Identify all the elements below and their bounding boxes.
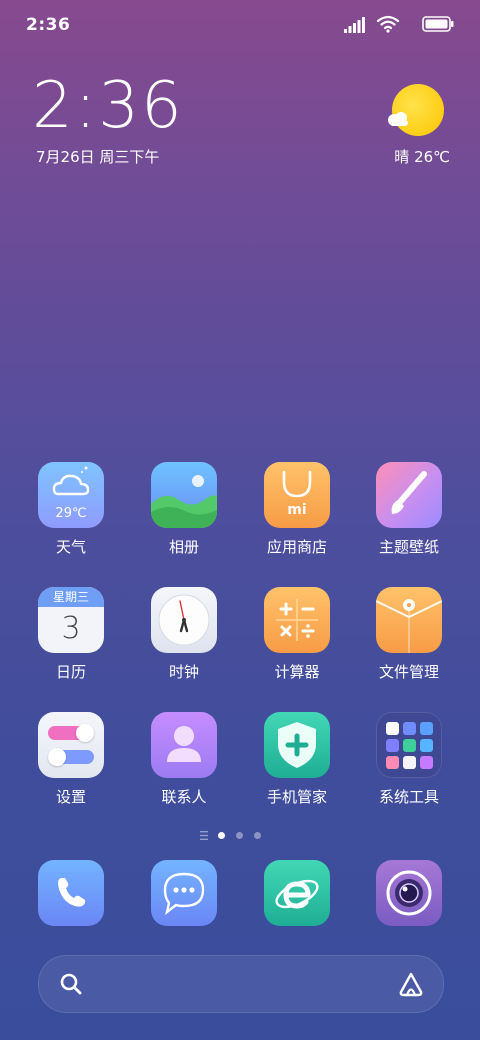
app-security[interactable]: 手机管家 <box>247 712 347 807</box>
calculator-icon <box>264 587 330 653</box>
search-bar[interactable] <box>38 955 444 1013</box>
app-label: 计算器 <box>274 663 320 681</box>
search-icon[interactable] <box>59 972 83 996</box>
app-label: 应用商店 <box>266 538 327 556</box>
dock-browser[interactable] <box>247 860 347 926</box>
app-themes[interactable]: 主题壁纸 <box>359 462 459 557</box>
app-file-manager[interactable]: 文件管理 <box>359 587 459 682</box>
app-contacts[interactable]: 联系人 <box>134 712 234 807</box>
calendar-icon: 星期三 3 <box>38 587 104 653</box>
app-weather[interactable]: 29℃ 天气 <box>21 462 121 557</box>
app-store-icon: mi <box>264 462 330 528</box>
weather-icon: 29℃ <box>38 462 104 528</box>
app-label: 天气 <box>55 538 86 556</box>
app-label: 文件管理 <box>378 663 439 681</box>
app-label: 联系人 <box>161 788 207 806</box>
app-label: 相册 <box>168 538 199 556</box>
clock-widget-time[interactable]: 2:36 <box>32 74 184 138</box>
app-label: 系统工具 <box>378 788 439 806</box>
file-manager-icon <box>376 587 442 653</box>
clock-widget-date[interactable]: 7月26日 周三下午 <box>36 146 159 167</box>
app-label: 时钟 <box>168 663 199 681</box>
menu-lines-icon <box>200 831 208 840</box>
system-tools-folder-icon <box>376 712 442 778</box>
weather-widget[interactable]: 晴 26℃ <box>380 84 450 166</box>
battery-icon <box>422 16 454 32</box>
signal-icon <box>344 17 365 33</box>
app-label: 手机管家 <box>266 788 327 806</box>
app-clock[interactable]: 时钟 <box>134 587 234 682</box>
page-dot-2[interactable] <box>236 832 243 839</box>
app-label: 设置 <box>55 788 86 806</box>
contacts-icon <box>151 712 217 778</box>
sun-icon <box>392 84 444 136</box>
settings-icon <box>38 712 104 778</box>
dock <box>0 860 480 930</box>
app-gallery[interactable]: 相册 <box>134 462 234 557</box>
dock-camera[interactable] <box>359 860 459 926</box>
dock-messages[interactable] <box>134 860 234 926</box>
calendar-icon-header: 星期三 <box>38 587 104 607</box>
app-label: 日历 <box>55 663 86 681</box>
app-settings[interactable]: 设置 <box>21 712 121 807</box>
dock-phone[interactable] <box>21 860 121 926</box>
status-bar: 2:36 <box>0 0 480 50</box>
status-icons <box>324 15 454 35</box>
app-store-logo: mi <box>287 502 307 518</box>
app-label: 主题壁纸 <box>378 538 439 556</box>
status-time: 2:36 <box>26 15 71 35</box>
app-system-tools-folder[interactable]: 系统工具 <box>359 712 459 807</box>
calendar-icon-day: 3 <box>61 611 81 646</box>
weather-text: 晴 26℃ <box>394 148 450 166</box>
wifi-icon <box>376 15 400 33</box>
page-dot-1[interactable] <box>218 832 225 839</box>
page-dot-3[interactable] <box>254 832 261 839</box>
messages-icon <box>151 860 217 926</box>
page-indicator[interactable] <box>200 830 280 842</box>
themes-icon <box>376 462 442 528</box>
app-calendar[interactable]: 星期三 3 日历 <box>21 587 121 682</box>
clock-icon <box>151 587 217 653</box>
security-icon <box>264 712 330 778</box>
phone-icon <box>38 860 104 926</box>
weather-icon-temp: 29℃ <box>55 506 87 521</box>
browser-icon <box>264 860 330 926</box>
app-store[interactable]: mi 应用商店 <box>247 462 347 557</box>
assistant-icon[interactable] <box>397 970 425 998</box>
cloud-icon <box>388 112 408 126</box>
app-calculator[interactable]: 计算器 <box>247 587 347 682</box>
gallery-icon <box>151 462 217 528</box>
camera-icon <box>376 860 442 926</box>
